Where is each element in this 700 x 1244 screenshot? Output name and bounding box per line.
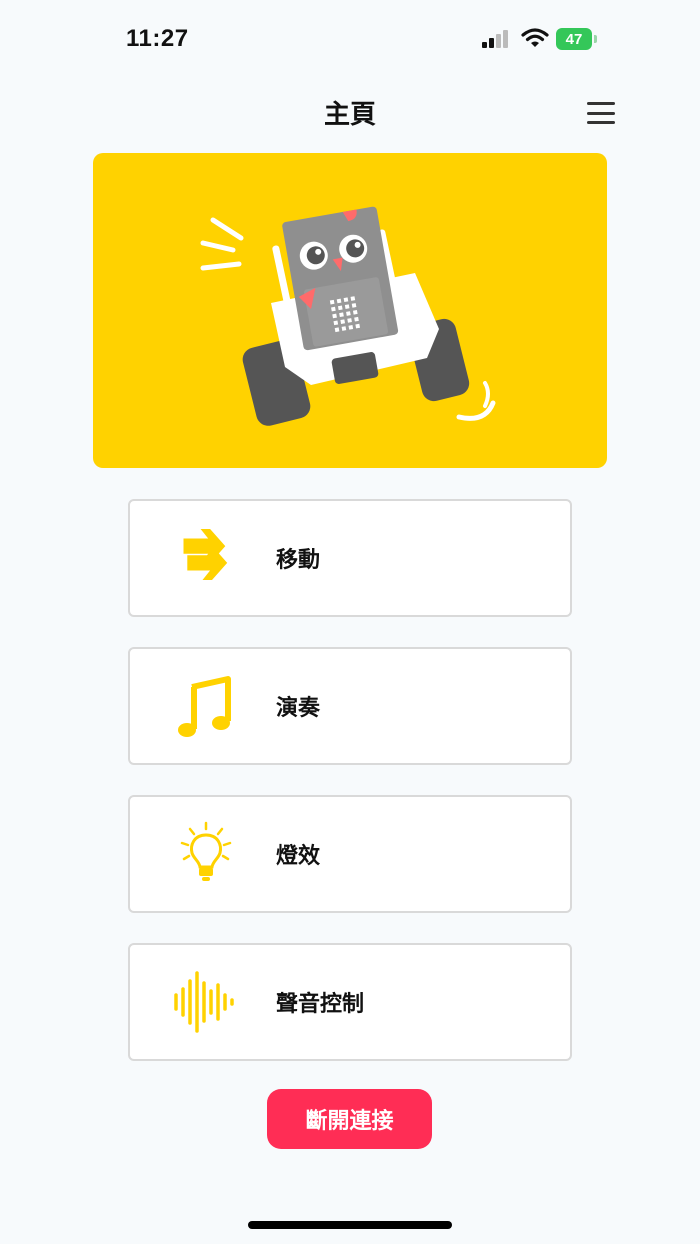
feature-label-sound: 聲音控制 — [276, 992, 365, 1017]
feature-list: 移動 演奏 燈效 聲音控制 — [128, 499, 572, 1091]
hamburger-menu-icon — [587, 102, 615, 105]
status-time: 11:27 — [126, 25, 189, 52]
disconnect-button[interactable]: 斷開連接 — [267, 1089, 432, 1149]
feature-card-move[interactable]: 移動 — [128, 499, 572, 617]
feature-label-move: 移動 — [276, 548, 321, 573]
light-bulb-icon — [180, 821, 232, 881]
double-arrow-right-icon — [183, 529, 228, 580]
sound-wave-icon — [174, 971, 234, 1033]
feature-card-light[interactable]: 燈效 — [128, 795, 572, 913]
signal-icon — [482, 30, 508, 48]
robot-car-illustration — [200, 206, 496, 426]
hero-banner — [93, 153, 607, 468]
status-bar: 11:27 47 — [0, 0, 700, 80]
music-note-icon — [178, 676, 231, 737]
feature-card-sound[interactable]: 聲音控制 — [128, 943, 572, 1061]
feature-card-play[interactable]: 演奏 — [128, 647, 572, 765]
menu-button[interactable] — [584, 100, 618, 126]
battery-level: 47 — [556, 28, 592, 50]
home-indicator[interactable] — [248, 1221, 452, 1229]
feature-label-light: 燈效 — [276, 844, 321, 869]
feature-label-play: 演奏 — [276, 696, 321, 721]
wifi-icon — [521, 28, 549, 47]
